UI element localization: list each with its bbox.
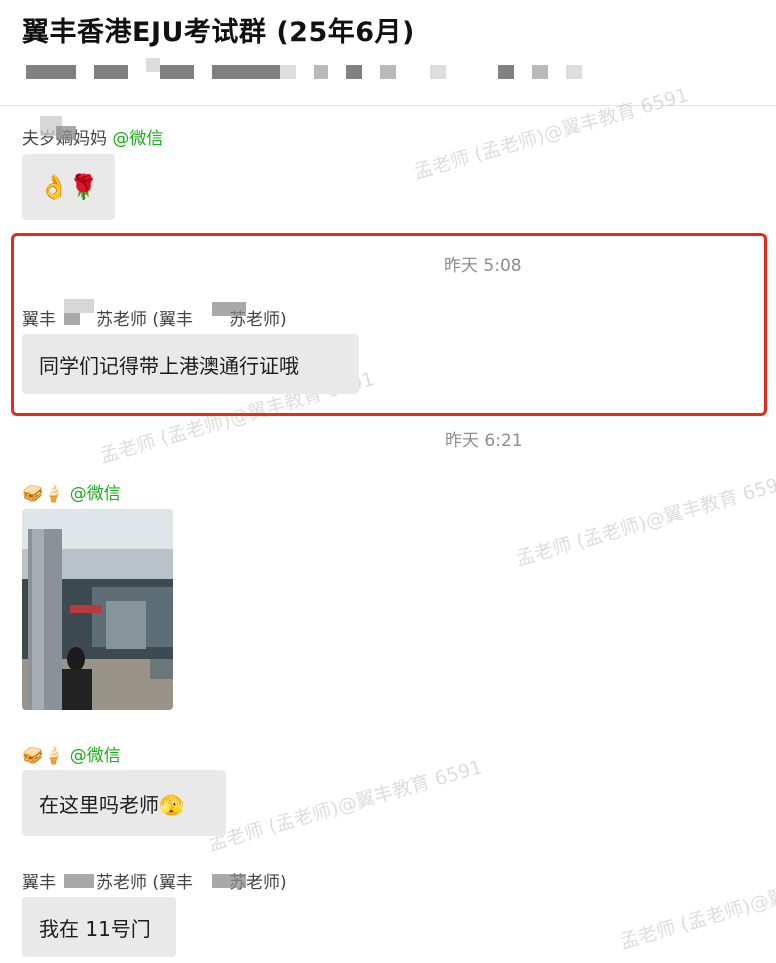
watermark: 孟老师 (孟老师)@翼丰教育 6591 (617, 854, 776, 954)
sender-emoji-name: 🥪🍦 (22, 746, 65, 766)
timestamp: 昨天 6:21 (445, 431, 523, 451)
watermark: 孟老师 (孟老师)@翼丰教育 6591 (513, 471, 776, 571)
group-title[interactable]: 翼丰香港EJU考试群 (25年6月) (22, 10, 415, 49)
photo-building-entrance (22, 509, 173, 710)
message-sender[interactable]: 翼丰 苏老师 (翼丰 苏老师) (22, 305, 287, 330)
emoji-ok-rose: 👌🌹 (39, 173, 99, 201)
message-text: 在这里吗老师🫣 (39, 792, 184, 817)
chat-header: 翼丰香港EJU考试群 (25年6月) (0, 0, 776, 106)
wechat-tag: @微信 (112, 129, 164, 149)
sender-name: 翼丰 (22, 310, 56, 330)
sender-emoji-name: 🥪🍦 (22, 484, 65, 504)
wechat-tag: @微信 (69, 484, 121, 504)
message-sender[interactable]: 🥪🍦 @微信 (22, 479, 121, 504)
message-bubble[interactable]: 👌🌹 (22, 154, 115, 220)
name-mask (212, 302, 246, 316)
message-sender[interactable]: 🥪🍦 @微信 (22, 741, 121, 766)
message-bubble[interactable]: 同学们记得带上港澳通行证哦 (22, 334, 359, 394)
name-mask (64, 299, 94, 313)
photo-message[interactable] (22, 509, 173, 710)
sender-group-nick: 苏老师 (翼丰 (96, 310, 194, 330)
watermark: 孟老师 (孟老师)@翼丰教育 6591 (205, 756, 485, 856)
wechat-tag: @微信 (69, 746, 121, 766)
message-sender[interactable]: 翼丰 苏老师 (翼丰 苏老师) (22, 868, 287, 893)
name-mask (212, 874, 246, 888)
message-text: 我在 11号门 (39, 916, 151, 941)
name-mask (64, 874, 94, 888)
name-mask (56, 126, 76, 140)
message-bubble[interactable]: 我在 11号门 (22, 897, 176, 957)
timestamp: 昨天 5:08 (444, 256, 522, 276)
message-bubble[interactable]: 在这里吗老师🫣 (22, 770, 226, 836)
message-text: 同学们记得带上港澳通行证哦 (39, 353, 299, 378)
sender-group-nick: 苏老师 (翼丰 (96, 873, 194, 893)
sender-name: 翼丰 (22, 873, 56, 893)
name-mask (64, 313, 80, 325)
member-list-blurred[interactable] (26, 58, 586, 84)
